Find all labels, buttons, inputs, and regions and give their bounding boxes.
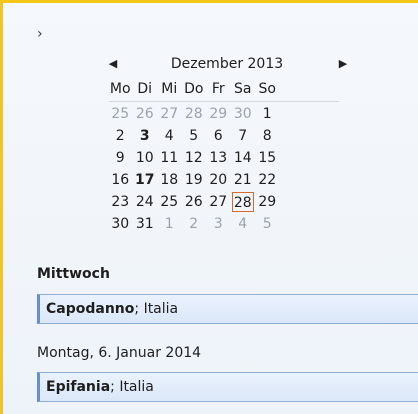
appointment-subject: Capodanno [46,301,135,317]
calendar-day-today[interactable]: 28 [231,192,254,212]
appointment-subject: Epifania [46,379,111,395]
weekday-label: Mi [161,81,178,97]
next-month-icon[interactable]: ▶ [337,56,349,72]
calendar-day[interactable]: 30 [232,104,255,124]
calendar-day[interactable]: 17 [134,170,157,190]
calendar-day[interactable]: 7 [232,126,255,146]
calendar-day[interactable]: 6 [207,126,230,146]
calendar-day[interactable]: 5 [256,214,279,234]
weekday-divider [109,101,339,102]
appointment-separator: ; [134,301,144,317]
appointment-location: Italia [143,301,179,317]
appointment-location: Italia [119,379,154,395]
weekday-label: Mo [109,81,131,97]
calendar-week-row: 16 17 18 19 20 21 22 [97,170,357,192]
calendar-day[interactable]: 9 [109,148,132,168]
appointment-separator: ; [110,379,120,395]
calendar-day[interactable]: 10 [134,148,157,168]
calendar-day[interactable]: 4 [232,214,255,234]
calendar-day[interactable]: 12 [183,148,206,168]
weekday-label: Fr [211,81,225,97]
calendar-day[interactable]: 20 [207,170,230,190]
calendar-week-row: 25 26 27 28 29 30 1 [97,104,357,126]
calendar-day[interactable]: 25 [109,104,132,124]
calendar-day[interactable]: 21 [232,170,255,190]
calendar-week-row: 30 31 1 2 3 4 5 [97,214,357,236]
calendar-day[interactable]: 14 [232,148,255,168]
appointment-item-2[interactable]: Epifania; Italia [37,372,418,402]
expand-chevron-icon[interactable]: › [37,27,49,41]
calendar-day[interactable]: 28 [183,104,206,124]
weekday-label: Sa [234,81,252,97]
calendar-day[interactable]: 3 [134,126,157,146]
calendar-day[interactable]: 11 [158,148,181,168]
calendar-day[interactable]: 16 [109,170,132,190]
date-navigator: ◀ Dezember 2013 ▶ Mo Di Mi Do Fr Sa So 25 26 27 2… [97,53,357,236]
calendar-grid: Mo Di Mi Do Fr Sa So 25 26 27 28 29 30 1 2 3 4 5 6 7 8 9 10 11… [97,79,357,236]
weekday-label: Di [137,81,153,97]
calendar-day[interactable]: 2 [109,126,132,146]
calendar-day[interactable]: 2 [183,214,206,234]
todo-bar-panel: › ◀ Dezember 2013 ▶ Mo Di Mi Do Fr Sa So 25 26 2… [3,3,418,414]
calendar-day[interactable]: 27 [207,192,230,212]
calendar-day[interactable]: 1 [158,214,181,234]
calendar-week-row: 9 10 11 12 13 14 15 [97,148,357,170]
calendar-day[interactable]: 29 [256,192,279,212]
calendar-day[interactable]: 19 [183,170,206,190]
appointment-item-1[interactable]: Capodanno; Italia [37,294,418,324]
calendar-day[interactable]: 13 [207,148,230,168]
calendar-day[interactable]: 15 [256,148,279,168]
date-navigator-header: ◀ Dezember 2013 ▶ [97,53,357,75]
calendar-day[interactable]: 24 [134,192,157,212]
month-title: Dezember 2013 [170,56,284,72]
agenda-day-label-1: Mittwoch [37,266,110,282]
calendar-day[interactable]: 1 [256,104,279,124]
calendar-day[interactable]: 18 [158,170,181,190]
calendar-day[interactable]: 23 [109,192,132,212]
calendar-day[interactable]: 26 [183,192,206,212]
weekday-label: So [258,81,276,97]
calendar-day[interactable]: 29 [207,104,230,124]
calendar-day[interactable]: 27 [158,104,181,124]
calendar-day[interactable]: 8 [256,126,279,146]
calendar-day[interactable]: 31 [134,214,157,234]
weekday-header-row: Mo Di Mi Do Fr Sa So [97,79,357,101]
calendar-day[interactable]: 30 [109,214,132,234]
calendar-day[interactable]: 22 [256,170,279,190]
calendar-day[interactable]: 25 [158,192,181,212]
calendar-day[interactable]: 26 [134,104,157,124]
calendar-week-row: 23 24 25 26 27 28 29 [97,192,357,214]
calendar-week-row: 2345678 [97,126,357,148]
calendar-day[interactable]: 4 [158,126,181,146]
agenda-day-label-2: Montag, 6. Januar 2014 [37,345,202,361]
weekday-label: Do [184,81,204,97]
calendar-day[interactable]: 3 [207,214,230,234]
calendar-day[interactable]: 5 [183,126,206,146]
